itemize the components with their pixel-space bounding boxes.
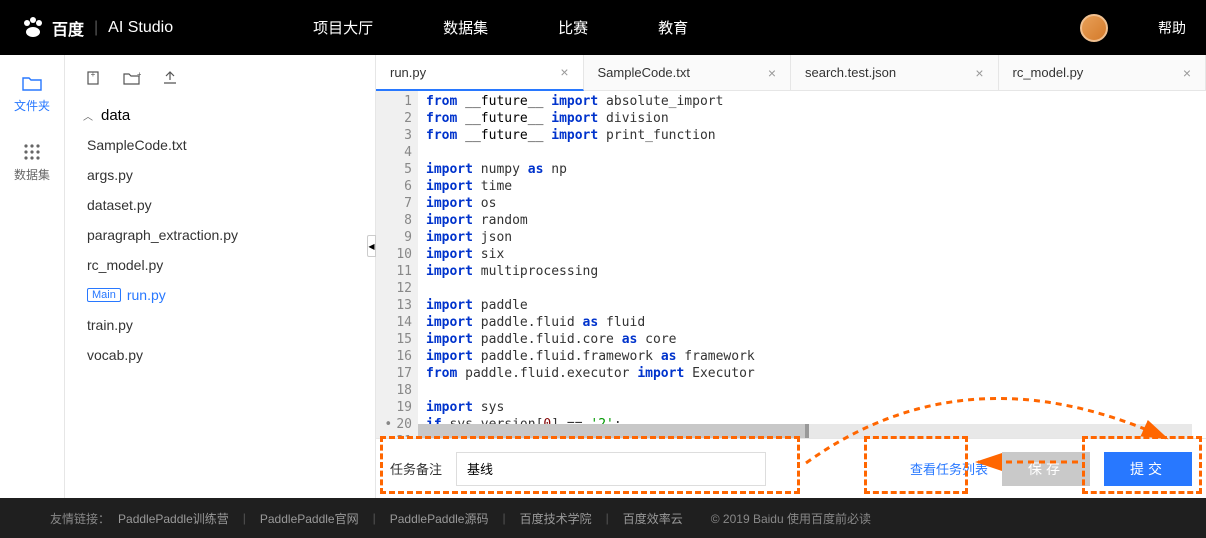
file-run[interactable]: Main run.py bbox=[83, 280, 365, 310]
file-tree: + + ︿ data SampleCode.txt args.py datase… bbox=[65, 55, 375, 498]
task-bar: 任务备注 查看任务列表 保存 提交 bbox=[376, 438, 1206, 498]
close-icon[interactable]: × bbox=[975, 65, 983, 81]
footlink-tech[interactable]: 百度技术学院 bbox=[520, 510, 592, 527]
file-train[interactable]: train.py bbox=[83, 310, 365, 340]
top-bar: 百度 | AI Studio 项目大厅 数据集 比赛 教育 帮助 bbox=[0, 0, 1206, 55]
file-vocab[interactable]: vocab.py bbox=[83, 340, 365, 370]
code-content[interactable]: from __future__ import absolute_import f… bbox=[418, 91, 1206, 438]
close-icon[interactable]: × bbox=[1183, 65, 1191, 81]
nav-datasets[interactable]: 数据集 bbox=[443, 17, 488, 38]
tab-samplecode[interactable]: SampleCode.txt× bbox=[584, 55, 792, 91]
horizontal-scrollbar[interactable] bbox=[418, 424, 1192, 438]
main-nav: 项目大厅 数据集 比赛 教育 bbox=[313, 17, 688, 38]
editor-column: ◀ run.py× SampleCode.txt× search.test.js… bbox=[375, 55, 1206, 498]
grid-icon bbox=[22, 144, 42, 160]
nav-education[interactable]: 教育 bbox=[658, 17, 688, 38]
submit-button[interactable]: 提交 bbox=[1104, 452, 1192, 486]
footlink-efficiency[interactable]: 百度效率云 bbox=[623, 510, 683, 527]
file-tree-actions: + + bbox=[85, 69, 365, 87]
footlink-official[interactable]: PaddlePaddle官网 bbox=[260, 510, 359, 527]
upload-icon[interactable] bbox=[161, 69, 179, 87]
logo[interactable]: 百度 | AI Studio bbox=[20, 15, 173, 41]
new-file-icon[interactable]: + bbox=[85, 69, 103, 87]
footer-prefix: 友情链接： bbox=[50, 510, 110, 527]
file-samplecode[interactable]: SampleCode.txt bbox=[83, 130, 365, 160]
chevron-down-icon: ︿ bbox=[83, 108, 93, 123]
file-dataset[interactable]: dataset.py bbox=[83, 190, 365, 220]
new-folder-icon[interactable]: + bbox=[123, 69, 141, 87]
close-icon[interactable]: × bbox=[768, 65, 776, 81]
baidu-paw-icon bbox=[20, 15, 46, 41]
file-args[interactable]: args.py bbox=[83, 160, 365, 190]
svg-text:+: + bbox=[137, 71, 141, 79]
collapse-handle[interactable]: ◀ bbox=[367, 235, 376, 257]
rail-files[interactable]: 文件夹 bbox=[14, 75, 50, 114]
task-input[interactable] bbox=[456, 452, 766, 486]
avatar[interactable] bbox=[1080, 14, 1108, 42]
main-area: 文件夹 数据集 + + ︿ data SampleCode.txt args.p… bbox=[0, 55, 1206, 498]
main-badge: Main bbox=[87, 288, 121, 302]
folder-icon bbox=[22, 75, 42, 91]
code-editor[interactable]: 123456789101112131415161718192021222324 … bbox=[376, 91, 1206, 438]
folder-data[interactable]: ︿ data bbox=[83, 101, 365, 130]
tab-search-test[interactable]: search.test.json× bbox=[791, 55, 999, 91]
tab-run[interactable]: run.py× bbox=[376, 55, 584, 91]
help-link[interactable]: 帮助 bbox=[1158, 18, 1186, 38]
svg-text:+: + bbox=[91, 70, 96, 79]
left-rail: 文件夹 数据集 bbox=[0, 55, 65, 498]
footlink-source[interactable]: PaddlePaddle源码 bbox=[390, 510, 489, 527]
tab-rc-model[interactable]: rc_model.py× bbox=[999, 55, 1206, 91]
line-gutter: 123456789101112131415161718192021222324 bbox=[376, 91, 418, 438]
view-task-list-link[interactable]: 查看任务列表 bbox=[910, 459, 988, 478]
file-rc-model[interactable]: rc_model.py bbox=[83, 250, 365, 280]
nav-competitions[interactable]: 比赛 bbox=[558, 17, 588, 38]
editor-tabs: run.py× SampleCode.txt× search.test.json… bbox=[376, 55, 1206, 91]
footlink-training[interactable]: PaddlePaddle训练营 bbox=[118, 510, 229, 527]
top-right: 帮助 bbox=[1080, 14, 1186, 42]
close-icon[interactable]: × bbox=[560, 64, 568, 80]
footer-copyright: © 2019 Baidu 使用百度前必读 bbox=[711, 510, 871, 527]
footer: 友情链接： PaddlePaddle训练营| PaddlePaddle官网| P… bbox=[0, 498, 1206, 538]
rail-datasets[interactable]: 数据集 bbox=[14, 144, 50, 183]
save-button[interactable]: 保存 bbox=[1002, 452, 1090, 486]
task-label: 任务备注 bbox=[390, 459, 442, 478]
file-paragraph-extraction[interactable]: paragraph_extraction.py bbox=[83, 220, 365, 250]
nav-projects[interactable]: 项目大厅 bbox=[313, 17, 373, 38]
logo-studio-text: AI Studio bbox=[108, 19, 173, 37]
logo-baidu-text: 百度 bbox=[52, 16, 84, 40]
